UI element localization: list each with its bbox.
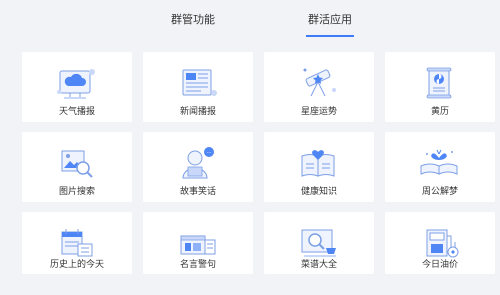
app-label: 历史上的今天 [49, 260, 104, 270]
health-book-icon [264, 138, 374, 186]
app-health-knowledge[interactable]: 健康知识 [264, 132, 374, 202]
app-stories-jokes[interactable]: ··· 故事笑话 [143, 132, 253, 202]
app-oil-price[interactable]: 今日油价 [385, 212, 495, 274]
app-almanac[interactable]: 黄历 [385, 52, 495, 122]
storyteller-icon: ··· [143, 138, 253, 186]
tab-bar: 群管功能 群活应用 [0, 0, 500, 40]
app-label: 菜谱大全 [300, 260, 337, 270]
tab-group-management[interactable]: 群管功能 [171, 12, 215, 28]
app-weather-report[interactable]: 天气播报 [22, 52, 132, 122]
weather-cloud-icon [22, 58, 132, 106]
app-label: 健康知识 [300, 187, 337, 197]
newspaper-icon [143, 58, 253, 106]
app-news-report[interactable]: 新闻播报 [143, 52, 253, 122]
svg-text:···: ··· [207, 150, 212, 156]
tab-group-activity-apps[interactable]: 群活应用 [306, 12, 354, 37]
app-famous-quotes[interactable]: 名言警句 [143, 212, 253, 274]
app-label: 星座运势 [300, 107, 337, 117]
app-dream-interpretation[interactable]: 周公解梦 [385, 132, 495, 202]
telescope-icon [264, 58, 374, 106]
app-label: 黄历 [430, 107, 449, 117]
app-label: 天气播报 [58, 107, 95, 117]
app-label: 图片搜索 [58, 187, 95, 197]
app-recipes[interactable]: 菜谱大全 [264, 212, 374, 274]
app-horoscope[interactable]: 星座运势 [264, 52, 374, 122]
image-search-icon [22, 138, 132, 186]
app-label: 新闻播报 [179, 107, 216, 117]
almanac-scroll-icon [385, 58, 495, 106]
app-label: 故事笑话 [179, 187, 216, 197]
app-image-search[interactable]: 图片搜索 [22, 132, 132, 202]
app-label: 今日油价 [421, 260, 458, 270]
app-today-in-history[interactable]: 历史上的今天 [22, 212, 132, 274]
app-label: 周公解梦 [421, 187, 458, 197]
app-label: 名言警句 [179, 260, 216, 270]
dream-book-icon [385, 138, 495, 186]
